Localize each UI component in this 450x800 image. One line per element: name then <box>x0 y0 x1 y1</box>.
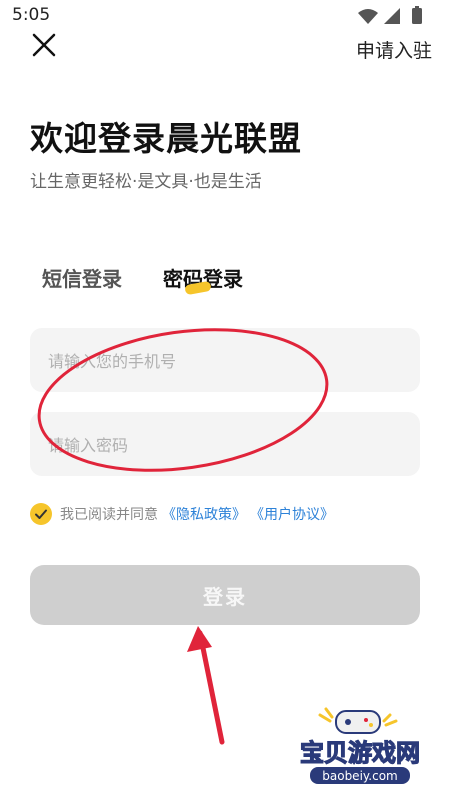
tab-sms-login[interactable]: 短信登录 <box>42 263 122 292</box>
phone-input-placeholder: 请输入您的手机号 <box>48 352 177 371</box>
gamepad-logo-icon: 宝贝游戏网 baobeiy.com <box>299 707 421 784</box>
privacy-policy-link[interactable]: 《隐私政策》 <box>162 504 246 524</box>
phone-input[interactable]: 请输入您的手机号 <box>30 328 420 392</box>
battery-icon <box>412 6 422 24</box>
apply-join-link[interactable]: 申请入驻 <box>356 36 432 63</box>
password-input[interactable]: 请输入密码 <box>30 412 420 476</box>
wifi-icon <box>358 9 378 24</box>
agreement-text: 我已阅读并同意 <box>60 507 158 523</box>
status-time: 5:05 <box>12 5 51 25</box>
status-icons <box>358 6 422 24</box>
svg-text:baobeiy.com: baobeiy.com <box>322 769 397 783</box>
password-input-placeholder: 请输入密码 <box>48 436 129 455</box>
signal-icon <box>384 8 400 24</box>
watermark: 宝贝游戏网 baobeiy.com <box>280 705 440 790</box>
svg-text:宝贝游戏网: 宝贝游戏网 <box>300 739 420 767</box>
login-button-label: 登录 <box>203 584 247 609</box>
login-button[interactable]: 登录 <box>30 565 420 625</box>
close-icon[interactable] <box>30 31 58 59</box>
user-agreement-link[interactable]: 《用户协议》 <box>250 504 334 524</box>
agreement-row: 我已阅读并同意 《隐私政策》 《用户协议》 <box>30 502 334 526</box>
annotation-arrow-icon <box>187 626 225 745</box>
page-subtitle: 让生意更轻松·是文具·也是生活 <box>30 172 262 192</box>
agreement-checkbox[interactable] <box>30 503 52 525</box>
page-title: 欢迎登录晨光联盟 <box>30 119 302 158</box>
check-icon <box>35 509 47 519</box>
status-bar: 5:05 <box>0 0 450 32</box>
